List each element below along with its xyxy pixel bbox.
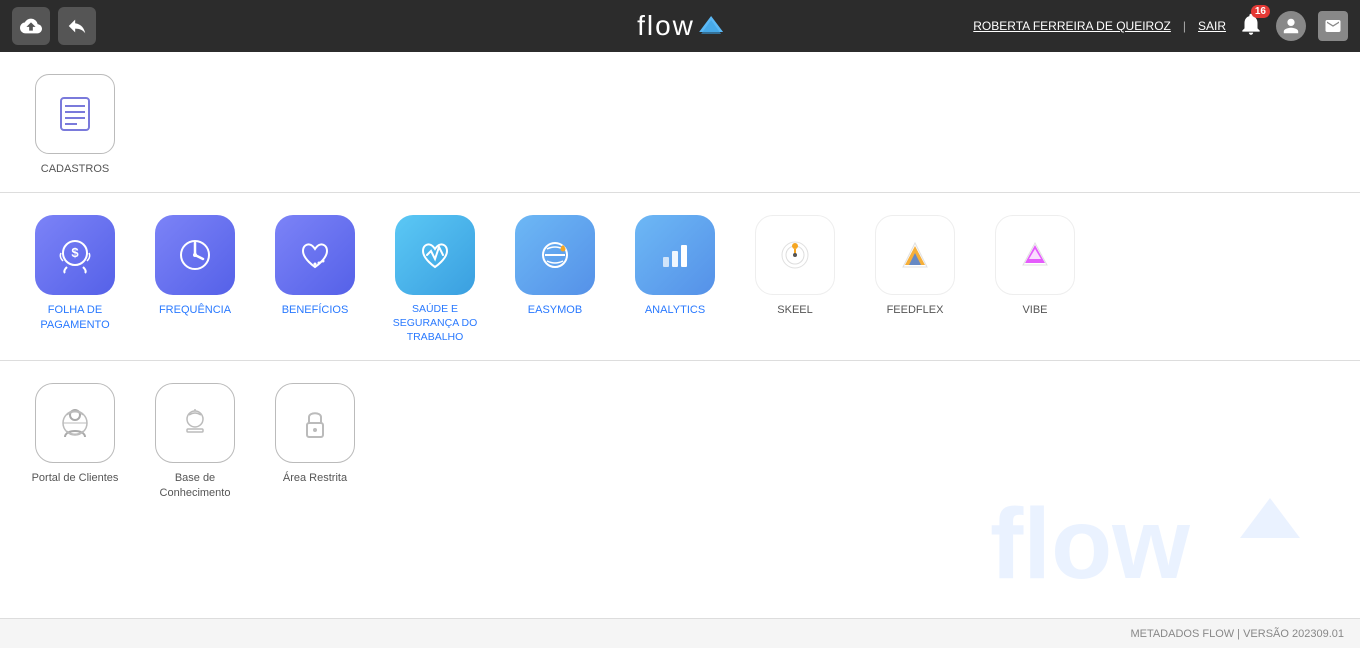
header-separator: | — [1183, 19, 1186, 33]
cadastros-grid: CADASTROS — [20, 68, 1340, 182]
easymob-icon — [515, 215, 595, 295]
exit-button[interactable] — [58, 7, 96, 45]
mail-button[interactable] — [1318, 11, 1348, 41]
folha-icon: $ — [35, 215, 115, 295]
notification-button[interactable]: 16 — [1238, 11, 1264, 42]
main-content: CADASTROS $ FOLHA DE PAGAMENTO — [0, 52, 1360, 648]
app-base[interactable]: Base de Conhecimento — [140, 377, 250, 506]
area-label: Área Restrita — [283, 471, 347, 485]
cadastros-icon — [35, 74, 115, 154]
header: flow ROBERTA FERREIRA DE QUEIROZ | SAIR … — [0, 0, 1360, 52]
app-skeel[interactable]: SKEEL — [740, 209, 850, 323]
app-folha[interactable]: $ FOLHA DE PAGAMENTO — [20, 209, 130, 338]
apps-grid: $ FOLHA DE PAGAMENTO — [20, 209, 1340, 350]
app-saude[interactable]: SAÚDE E SEGURANÇA DO TRABALHO — [380, 209, 490, 350]
beneficios-icon — [275, 215, 355, 295]
app-portal[interactable]: Portal de Clientes — [20, 377, 130, 491]
analytics-icon — [635, 215, 715, 295]
logo: flow — [637, 10, 723, 42]
skeel-label: SKEEL — [777, 303, 812, 317]
frequencia-label: FREQUÊNCIA — [159, 303, 231, 317]
section-apps: $ FOLHA DE PAGAMENTO — [0, 193, 1360, 361]
logout-link[interactable]: SAIR — [1198, 19, 1226, 33]
app-easymob[interactable]: EASYMOB — [500, 209, 610, 323]
portal-label: Portal de Clientes — [32, 471, 119, 485]
app-cadastros[interactable]: CADASTROS — [20, 68, 130, 182]
base-label: Base de Conhecimento — [146, 471, 244, 500]
section-portal: Portal de Clientes Base de Conhecimento — [0, 361, 1360, 516]
analytics-label: ANALYTICS — [645, 303, 705, 317]
notification-badge: 16 — [1251, 5, 1270, 18]
saude-label: SAÚDE E SEGURANÇA DO TRABALHO — [386, 303, 484, 344]
footer: METADADOS FLOW | VERSÃO 202309.01 — [0, 618, 1360, 648]
app-beneficios[interactable]: BENEFÍCIOS — [260, 209, 370, 323]
app-vibe[interactable]: VIBE — [980, 209, 1090, 323]
base-icon — [155, 383, 235, 463]
cloud-upload-button[interactable] — [12, 7, 50, 45]
beneficios-label: BENEFÍCIOS — [282, 303, 349, 317]
easymob-label: EASYMOB — [528, 303, 582, 317]
portal-grid: Portal de Clientes Base de Conhecimento — [20, 377, 1340, 506]
svg-text:$: $ — [71, 245, 79, 260]
vibe-icon — [995, 215, 1075, 295]
app-feedflex[interactable]: FEEDFLEX — [860, 209, 970, 323]
user-name-link[interactable]: ROBERTA FERREIRA DE QUEIROZ — [973, 19, 1171, 33]
footer-text: METADADOS FLOW | VERSÃO 202309.01 — [1130, 628, 1344, 640]
app-analytics[interactable]: ANALYTICS — [620, 209, 730, 323]
cadastros-label: CADASTROS — [41, 162, 109, 176]
folha-label: FOLHA DE PAGAMENTO — [26, 303, 124, 332]
header-right: ROBERTA FERREIRA DE QUEIROZ | SAIR 16 — [973, 11, 1348, 42]
area-icon — [275, 383, 355, 463]
vibe-label: VIBE — [1022, 303, 1047, 317]
section-cadastros: CADASTROS — [0, 52, 1360, 193]
logo-text: flow — [637, 10, 695, 42]
saude-icon — [395, 215, 475, 295]
feedflex-label: FEEDFLEX — [887, 303, 944, 317]
feedflex-icon — [875, 215, 955, 295]
user-avatar-button[interactable] — [1276, 11, 1306, 41]
app-frequencia[interactable]: FREQUÊNCIA — [140, 209, 250, 323]
frequencia-icon — [155, 215, 235, 295]
app-area[interactable]: Área Restrita — [260, 377, 370, 491]
skeel-icon — [755, 215, 835, 295]
header-left-icons — [12, 7, 96, 45]
portal-icon — [35, 383, 115, 463]
logo-icon — [699, 16, 723, 36]
